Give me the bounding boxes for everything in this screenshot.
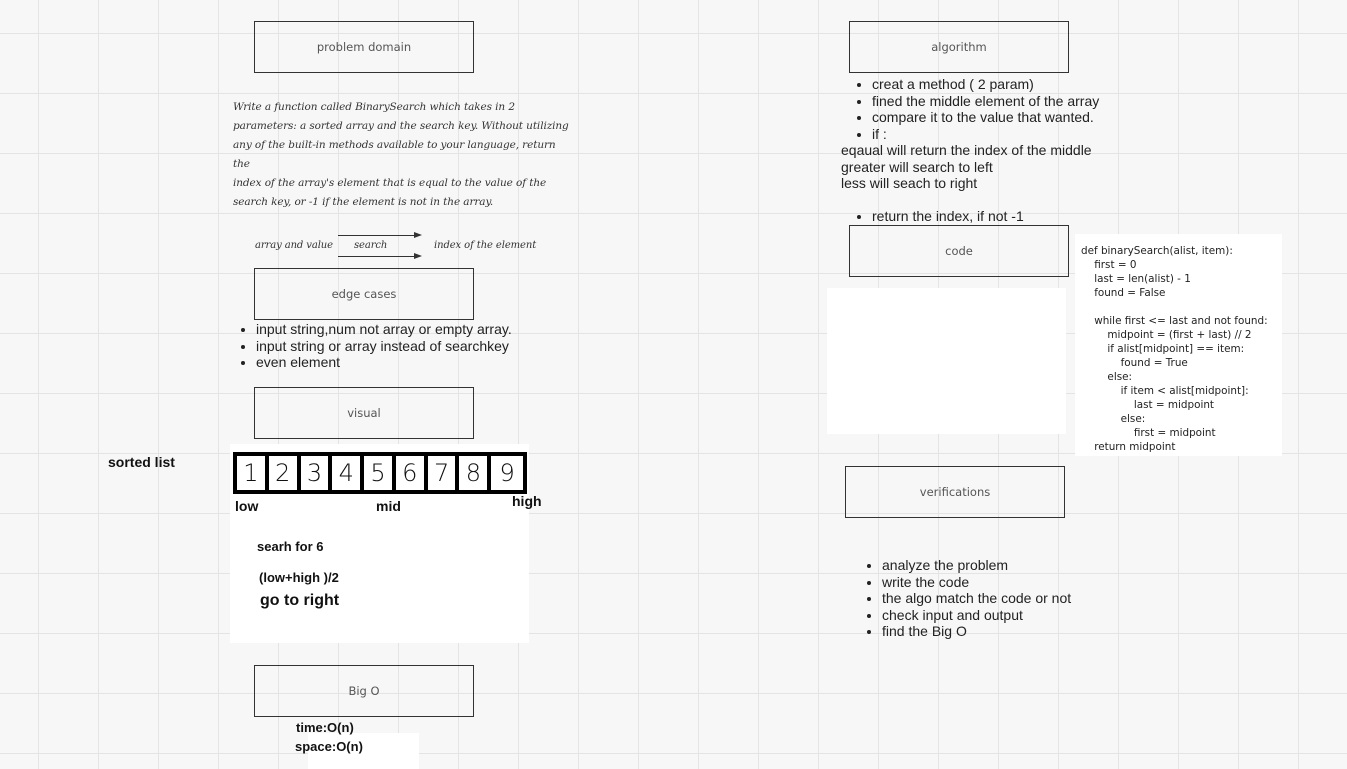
sorted-array: 1 2 3 4 5 6 7 8 9: [233, 452, 527, 494]
array-cell: 6: [396, 456, 428, 490]
verifications-frame[interactable]: verifications: [845, 466, 1065, 518]
array-cell: 5: [364, 456, 396, 490]
list-item: input string,num not array or empty arra…: [256, 321, 536, 338]
problem-line: Write a function called BinarySearch whi…: [233, 101, 515, 113]
problem-domain-frame[interactable]: problem domain: [254, 21, 474, 73]
problem-line: search key, or -1 if the element is not …: [233, 196, 494, 208]
algorithm-branches: eqaual will return the index of the midd…: [841, 142, 1141, 192]
algorithm-title: algorithm: [931, 40, 987, 54]
edge-cases-list: input string,num not array or empty arra…: [239, 321, 536, 371]
algorithm-return: return the index, if not -1: [855, 208, 1172, 225]
array-cell: 7: [428, 456, 460, 490]
list-item: creat a method ( 2 param): [872, 76, 1172, 93]
list-item: if :: [872, 126, 1172, 143]
array-cell: 3: [301, 456, 333, 490]
flow-output-label: index of the element: [434, 240, 537, 251]
code-block: def binarySearch(alist, item): first = 0…: [1081, 245, 1268, 453]
branch-line: greater will search to left: [841, 158, 993, 175]
branch-line: eqaual will return the index of the midd…: [841, 142, 1092, 158]
problem-line: parameters: a sorted array and the searc…: [233, 120, 569, 132]
problem-line: any of the built-in methods available to…: [233, 139, 556, 170]
algorithm-frame[interactable]: algorithm: [849, 21, 1069, 73]
code-title: code: [945, 244, 973, 258]
edge-cases-title: edge cases: [331, 287, 397, 301]
high-label: high: [512, 493, 542, 509]
space-complexity: space:O(n): [295, 739, 363, 754]
code-note: def binarySearch(alist, item): first = 0…: [1075, 234, 1282, 456]
problem-statement: Write a function called BinarySearch whi…: [233, 98, 573, 212]
list-item: fined the middle element of the array: [872, 93, 1172, 110]
direction-note: go to right: [260, 592, 340, 609]
arrow-right-icon: [414, 253, 422, 259]
low-label: low: [235, 498, 259, 514]
array-cell: 9: [499, 459, 515, 487]
verifications-title: verifications: [919, 485, 991, 499]
mid-label: mid: [376, 498, 401, 514]
verification-list: analyze the problem write the code the a…: [865, 557, 1082, 640]
flow-input-label: array and value: [255, 240, 333, 251]
list-item: return the index, if not -1: [872, 208, 1172, 225]
time-complexity: time:O(n): [296, 720, 354, 735]
sorted-list-label: sorted list: [108, 454, 175, 470]
list-item: find the Big O: [882, 623, 1082, 640]
formula-note: (low+high )/2: [259, 570, 339, 585]
flow-arrow-top: [338, 235, 416, 236]
array-cell: 1: [237, 456, 269, 490]
list-item: write the code: [882, 574, 1082, 591]
visual-frame[interactable]: visual: [254, 387, 474, 439]
list-item: analyze the problem: [882, 557, 1082, 574]
edge-cases-frame[interactable]: edge cases: [254, 268, 474, 320]
flow-process-label: search: [354, 240, 388, 251]
big-o-frame[interactable]: Big O: [254, 665, 474, 717]
big-o-title: Big O: [348, 684, 380, 698]
array-cell: 8: [459, 456, 492, 490]
list-item: input string or array instead of searchk…: [256, 338, 536, 355]
algorithm-steps: creat a method ( 2 param) fined the midd…: [855, 76, 1172, 142]
array-cell: 2: [269, 456, 301, 490]
search-note: searh for 6: [257, 539, 324, 554]
list-item: check input and output: [882, 607, 1082, 624]
flow-arrow-bottom: [338, 256, 416, 257]
problem-domain-title: problem domain: [316, 40, 412, 54]
branch-line: less will seach to right: [841, 175, 978, 191]
list-item: compare it to the value that wanted.: [872, 109, 1172, 126]
arrow-right-icon: [414, 232, 422, 238]
list-item: even element: [256, 354, 536, 371]
visual-title: visual: [347, 406, 381, 420]
code-frame[interactable]: code: [849, 225, 1069, 277]
array-cell: 4: [332, 456, 365, 490]
blank-note: [827, 288, 1066, 434]
problem-line: index of the array's element that is equ…: [233, 177, 547, 189]
list-item: the algo match the code or not: [882, 590, 1082, 607]
